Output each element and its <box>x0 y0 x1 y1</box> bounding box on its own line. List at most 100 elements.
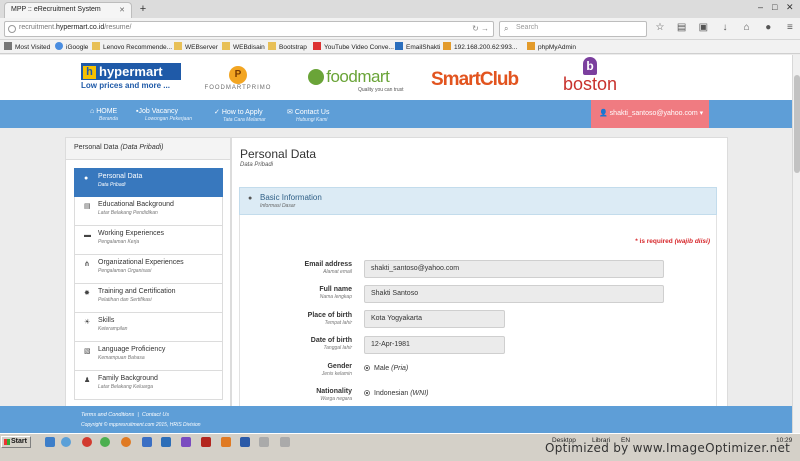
bookmarks-bar: Most Visited iGoogle Lenovo Recommende..… <box>0 40 800 54</box>
boston-logo[interactable]: b boston <box>559 57 621 93</box>
bookmark-item[interactable]: YouTube Video Conve... <box>313 42 394 51</box>
mail-icon <box>395 42 403 50</box>
visual-studio-icon[interactable] <box>181 437 191 447</box>
page-icon <box>527 42 535 50</box>
bookmark-item[interactable]: WEBserver <box>174 42 218 51</box>
nav-job-vacancy[interactable]: ▪Job Vacancy Lowongan Pekerjaan <box>136 108 192 122</box>
ie-icon[interactable] <box>61 437 71 447</box>
vertical-scrollbar[interactable] <box>792 55 800 433</box>
bookmark-star-icon[interactable]: ☆ <box>654 22 666 34</box>
sidebar-item-personal-data[interactable]: ● Personal Data Data Pribadi <box>74 168 223 197</box>
menu-icon[interactable]: ≡ <box>784 22 796 34</box>
url-bar[interactable]: recruitment.hypermart.co.id/resume/ ↻ → <box>4 21 494 37</box>
youtube-icon <box>313 42 321 50</box>
new-tab-button[interactable]: + <box>136 2 150 16</box>
language-icon: ▧ <box>84 348 91 355</box>
app-icon[interactable] <box>221 437 231 447</box>
bookmark-item[interactable]: iGoogle <box>55 42 88 51</box>
word-icon[interactable] <box>240 437 250 447</box>
bookmark-icon <box>4 42 12 50</box>
browser-toolbar: ☆ ▤ ▣ ↓ ⌂ ● ≡ <box>654 22 796 34</box>
gender-radio[interactable]: Male (Pria) <box>364 365 408 372</box>
watermark-text: Optimized by www.ImageOptimizer.net <box>545 441 791 455</box>
foodmart-logo[interactable]: foodmart Quality you can trust <box>308 67 404 93</box>
app-icon[interactable] <box>259 437 269 447</box>
folder-icon <box>174 42 182 50</box>
lightbulb-icon: ☀ <box>84 319 91 326</box>
nationality-radio[interactable]: Indonesian (WNI) <box>364 390 429 397</box>
scroll-thumb[interactable] <box>794 75 800 173</box>
sidebar-item-skills[interactable]: ☀ Skills Keterampilan <box>74 313 223 342</box>
firefox-icon[interactable] <box>121 437 131 447</box>
opera-icon[interactable] <box>82 437 92 447</box>
bookmark-item[interactable]: phpMyAdmin <box>527 42 576 51</box>
nationality-label: Nationality Warga negara <box>316 388 352 402</box>
lock-icon[interactable]: ▣ <box>697 22 709 34</box>
sidebar-item-organizational[interactable]: ⋔ Organizational Experiences Pengalaman … <box>74 255 223 284</box>
user-icon: ● <box>84 175 89 182</box>
birthplace-field[interactable]: Kota Yogyakarta <box>364 310 505 328</box>
hypermart-logo[interactable]: h hypermart Low prices and more ... <box>81 63 181 93</box>
user-icon: 👤 <box>599 110 608 117</box>
page-subtitle: Data Pribadi <box>240 162 274 168</box>
email-field[interactable]: shakti_santoso@yahoo.com <box>364 260 664 278</box>
desktop-icon[interactable] <box>45 437 55 447</box>
foodmart-primo-logo[interactable]: P FOODMARTPRIMO <box>204 66 272 91</box>
home-icon[interactable]: ⌂ <box>741 22 753 34</box>
email-label: Email address Alamat email <box>304 261 352 275</box>
search-input[interactable]: ⌕ Search <box>499 21 647 37</box>
caret-down-icon: ▾ <box>699 110 704 117</box>
copyright-text: Copyright © mppresruitment.com 2015, HRI… <box>81 422 201 428</box>
bookmark-item[interactable]: WEBdisain <box>222 42 265 51</box>
sitemap-icon: ⋔ <box>84 261 90 268</box>
bookmark-item[interactable]: Lenovo Recommende... <box>92 42 172 51</box>
sidebar-item-family[interactable]: ♟ Family Background Latar Belakang Kelua… <box>74 371 223 400</box>
bookmark-item[interactable]: Most Visited <box>4 42 50 51</box>
bookmark-item[interactable]: 192.168.200.62:993... <box>443 42 517 51</box>
pdf-icon[interactable] <box>201 437 211 447</box>
app-icon[interactable] <box>280 437 290 447</box>
url-prefix: recruitment. <box>19 24 56 31</box>
sidebar-item-language[interactable]: ▧ Language Proficiency Kemampuan Bahasa <box>74 342 223 371</box>
search-icon: ⌕ <box>504 24 509 33</box>
maximize-icon[interactable]: □ <box>772 2 777 12</box>
sidebar-item-training[interactable]: ✸ Training and Certification Pelatihan d… <box>74 284 223 313</box>
start-button[interactable]: Start <box>1 436 31 448</box>
browser-tab-bar: MPP :: eRecruitment System ✕ + – □ ✕ <box>0 0 800 18</box>
bookmark-item[interactable]: Bootstrap <box>268 42 307 51</box>
reading-list-icon[interactable]: ▤ <box>676 22 688 34</box>
sidebar-item-education[interactable]: ▤ Educational Background Latar Belakang … <box>74 197 223 226</box>
browser-nav-bar: recruitment.hypermart.co.id/resume/ ↻ → … <box>0 18 800 40</box>
download-icon[interactable]: ↓ <box>719 22 731 34</box>
browser-tab[interactable]: MPP :: eRecruitment System ✕ <box>4 2 132 18</box>
birthdate-field[interactable]: 12-Apr-1981 <box>364 336 505 354</box>
reload-icon[interactable]: ↻ → <box>472 24 489 33</box>
terms-link[interactable]: Terms and Conditions <box>81 412 134 418</box>
book-icon: ▤ <box>84 203 91 210</box>
chat-icon[interactable]: ● <box>762 22 774 34</box>
bookmark-item[interactable]: EmailShakti <box>395 42 440 51</box>
radio-dot <box>364 390 370 396</box>
chrome-icon[interactable] <box>100 437 110 447</box>
nav-home[interactable]: ⌂ HOME Beranda <box>90 108 118 122</box>
contact-link[interactable]: Contact Us <box>142 412 169 418</box>
window-close-icon[interactable]: ✕ <box>786 2 794 13</box>
fullname-label: Full name Nama lengkap <box>319 286 352 300</box>
close-tab-icon[interactable]: ✕ <box>119 6 125 14</box>
birthplace-label: Place of birth Tempat lahir <box>307 312 352 326</box>
fullname-field[interactable]: Shakti Santoso <box>364 285 664 303</box>
app-icon[interactable] <box>142 437 152 447</box>
user-icon: ● <box>248 195 253 202</box>
sidebar-list: ● Personal Data Data Pribadi ▤ Education… <box>74 168 223 400</box>
user-menu[interactable]: 👤 shakti_santoso@yahoo.com ▾ <box>591 100 709 128</box>
page-viewport: h hypermart Low prices and more ... P FOO… <box>0 55 792 433</box>
minimize-icon[interactable]: – <box>758 2 763 12</box>
smartclub-logo[interactable]: SmartClub <box>431 69 519 91</box>
users-icon: ♟ <box>84 377 91 384</box>
content-area: Personal Data (Data Pribadi) ● Personal … <box>65 137 728 433</box>
nav-contact-us[interactable]: ✉ Contact Us Hubungi Kami <box>287 108 329 123</box>
search-placeholder: Search <box>516 24 539 31</box>
app-icon[interactable] <box>161 437 171 447</box>
sidebar-item-working-experiences[interactable]: ▬ Working Experiences Pengalaman Kerja <box>74 226 223 255</box>
nav-how-to-apply[interactable]: ✓ How to Apply Tata Cara Melamar <box>214 108 266 123</box>
